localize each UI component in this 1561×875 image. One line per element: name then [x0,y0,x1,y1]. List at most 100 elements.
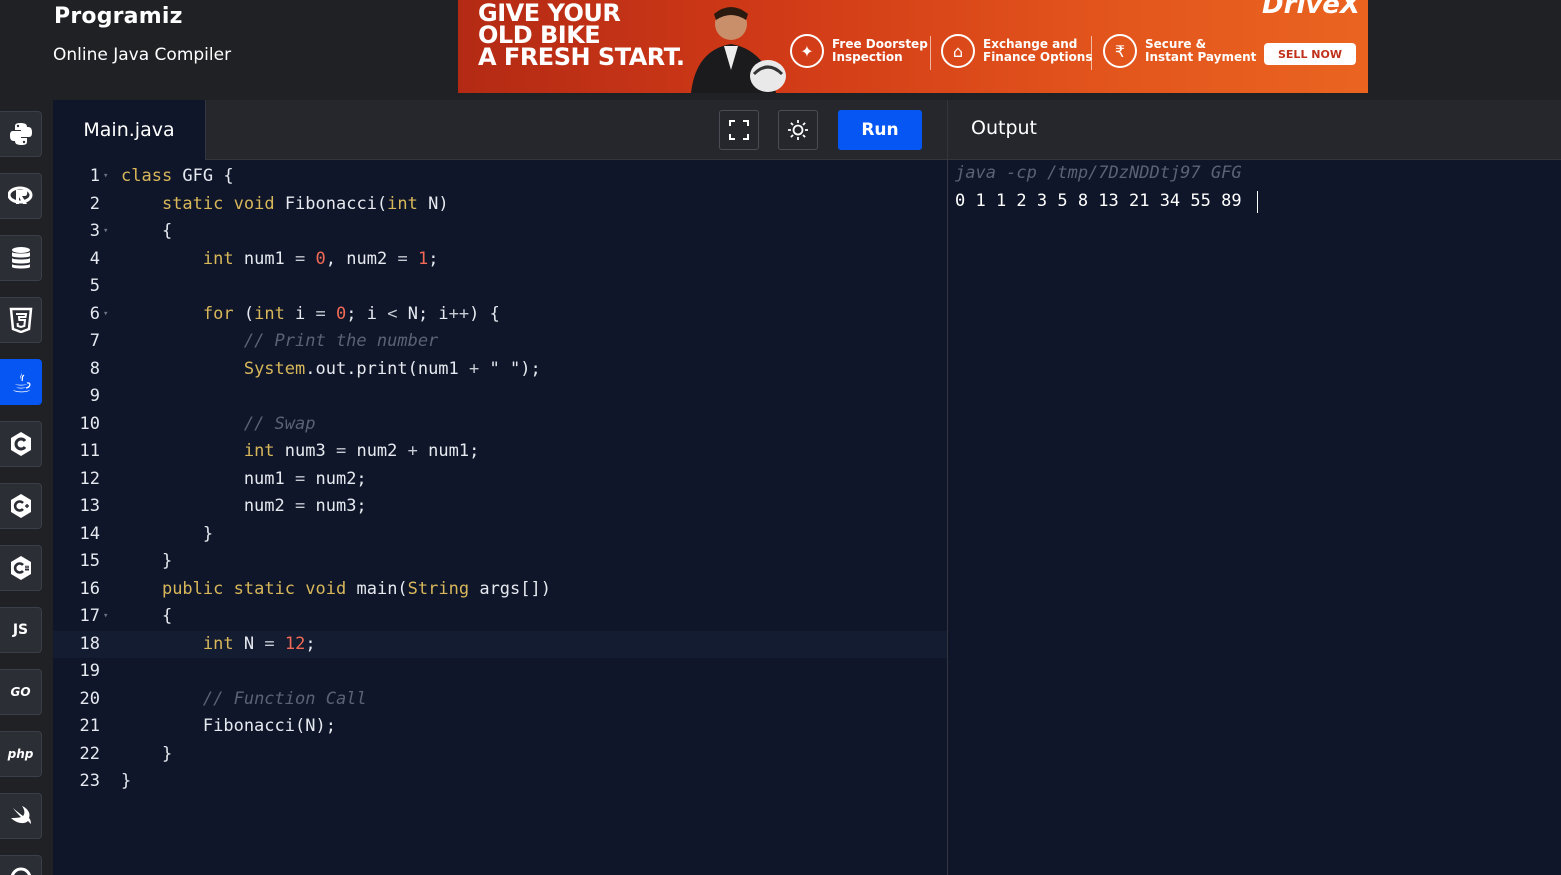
code-text: static void Fibonacci(int N) [161,193,449,214]
code-text: } [121,743,173,764]
line-number: 20 [79,688,100,709]
cplusplus-icon [10,494,31,518]
sun-icon [788,120,808,140]
ad-feature-finance: ⌂ Exchange and Finance Options [941,34,1093,68]
code-text: Fibonacci(N); [121,716,336,736]
csharp-button[interactable] [0,545,42,591]
ad-feature-label: Free Doorstep Inspection [832,37,928,64]
code-line[interactable]: 17 ▾ { [53,603,947,631]
line-number: 14 [79,523,100,544]
code-line[interactable]: 8 System.out.print(num1 + " "); [53,356,947,384]
code-line[interactable]: 6 ▾ for (int i = 0; i < N; i++) { [53,301,947,329]
code-line[interactable]: 13 num2 = num3; [53,493,947,521]
text-cursor [1257,191,1258,213]
html-button[interactable] [0,297,42,343]
code-line[interactable]: 20 // Function Call [53,686,947,714]
python-icon [9,123,32,145]
code-line[interactable]: 3 ▾ { [53,218,947,246]
php-button[interactable]: php [0,731,42,777]
r-button[interactable] [0,173,42,219]
ad-feature-label: Secure & Instant Payment [1145,37,1257,64]
code-text: int num3 = num2 + num1; [243,441,480,461]
code-line[interactable]: 12 num1 = num2; [53,466,947,494]
code-line[interactable]: 21 Fibonacci(N); [53,713,947,741]
run-button[interactable]: Run [838,110,922,150]
java-button[interactable] [0,359,42,405]
code-line[interactable]: 15 } [53,548,947,576]
code-line[interactable]: 22 } [53,741,947,769]
page-title: Online Java Compiler [53,45,232,65]
line-number: 9 [89,386,100,406]
c-button[interactable] [0,421,42,467]
output-command: java -cp /tmp/7DzNDDtj97 GFG [955,163,1242,183]
code-text: // Swap [243,413,316,434]
line-number: 6 [89,303,100,324]
code-line[interactable]: 4 int num1 = 0, num2 = 1; [53,246,947,274]
fold-arrow-icon[interactable]: ▾ [103,603,108,631]
line-number: 1 [89,166,100,186]
rupee-icon: ₹ [1103,34,1137,68]
output-console[interactable]: java -cp /tmp/7DzNDDtj97 GFG 0 1 1 2 3 5… [947,160,1561,875]
code-text: class GFG { [121,166,234,186]
ad-feature-payment: ₹ Secure & Instant Payment [1103,34,1256,68]
theme-toggle-button[interactable] [778,110,818,150]
code-text: } [121,523,214,544]
html5-icon [9,307,32,333]
line-number: 21 [79,716,100,736]
line-number: 19 [79,661,100,681]
code-text: int N = 12; [202,633,316,654]
code-line[interactable]: 1 ▾ class GFG { [53,163,947,191]
js-label: JS [12,622,29,638]
code-line[interactable]: 16 public static void main(String args[]… [53,576,947,604]
code-editor[interactable]: 1 ▾ class GFG {2 static void Fibonacci(int… [53,160,947,875]
ad-brand-logo: DriveX [1262,0,1360,20]
python-button[interactable] [0,111,42,157]
code-text: public static void main(String args[]) [161,578,551,599]
output-title: Output [971,117,1037,139]
fold-arrow-icon[interactable]: ▾ [103,163,108,191]
sell-now-button[interactable]: SELL NOW [1264,43,1356,65]
code-line[interactable]: 10 // Swap [53,411,947,439]
fullscreen-button[interactable] [719,110,759,150]
sql-button[interactable] [0,235,42,281]
csharp-icon [10,556,31,580]
r-icon [7,186,32,204]
ad-feature-label: Exchange and Finance Options [983,37,1093,64]
line-number: 3 [89,221,100,241]
code-line[interactable]: 7 // Print the number [53,328,947,356]
database-icon [11,247,30,269]
code-line[interactable]: 9 [53,383,947,411]
code-line[interactable]: 23} [53,768,947,796]
code-line[interactable]: 19 [53,658,947,686]
swift-button[interactable] [0,793,42,839]
ad-headline-line: A FRESH START. [478,43,685,71]
tab-main-java[interactable]: Main.java [53,100,206,160]
code-text: num1 = num2; [121,468,367,489]
line-number: 8 [89,358,100,379]
code-line[interactable]: 2 static void Fibonacci(int N) [53,191,947,219]
line-number: 13 [79,496,100,516]
output-header: Output [947,100,1561,160]
code-line[interactable]: 14 } [53,521,947,549]
javascript-button[interactable]: JS [0,607,42,653]
rust-button[interactable] [0,855,42,875]
go-label: GO [10,685,31,699]
fold-arrow-icon[interactable]: ▾ [103,301,108,329]
ad-banner[interactable]: GIVE YOUR OLD BIKE A FRESH START. ✦ Free… [458,0,1368,93]
ad-separator [930,36,931,70]
code-line[interactable]: 11 int num3 = num2 + num1; [53,438,947,466]
programiz-logo[interactable]: Programiz [54,4,183,29]
code-line[interactable]: 18 int N = 12; [53,630,947,658]
output-result: 0 1 1 2 3 5 8 13 21 34 55 89 [955,191,1252,211]
cpp-button[interactable] [0,483,42,529]
code-text: int num1 = 0, num2 = 1; [202,248,439,269]
code-text: } [121,551,173,571]
line-number: 23 [79,771,100,791]
line-number: 17 [79,606,100,626]
fold-arrow-icon[interactable]: ▾ [103,218,108,246]
line-number: 15 [79,551,100,571]
code-text: { [121,221,173,241]
line-number: 16 [79,578,100,599]
go-button[interactable]: GO [0,669,42,715]
code-line[interactable]: 5 [53,273,947,301]
